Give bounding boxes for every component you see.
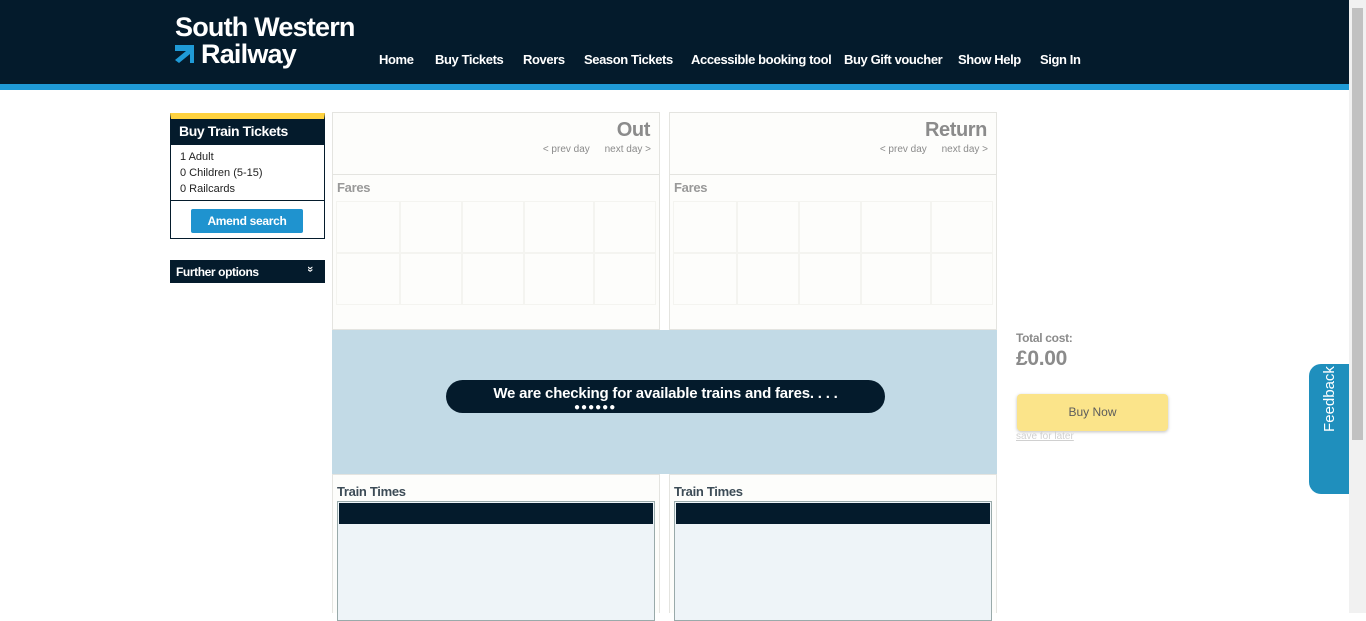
return-panel: Return < prev day next day > Fares [669,112,997,330]
out-prev-day-link[interactable]: < prev day [543,144,590,155]
sidebar-title: Buy Train Tickets [171,119,324,145]
return-train-times-label: Train Times [674,484,743,499]
out-train-times-label: Train Times [337,484,406,499]
out-fare-cell [462,201,524,253]
scrollbar-thumb[interactable] [1352,8,1363,440]
buy-now-button[interactable]: Buy Now [1017,394,1168,431]
header-stripe [0,84,1349,90]
out-fare-cell [594,253,656,305]
page-scrollbar[interactable] [1349,0,1366,613]
total-cost-label: Total cost: [1016,331,1073,345]
return-fare-cell [931,253,993,305]
out-title: Out [616,119,651,141]
out-fare-cell [462,253,524,305]
nav-sign-in[interactable]: Sign In [1040,52,1081,67]
nav-season-tickets[interactable]: Season Tickets [584,52,673,67]
chevron-down-icon: » [304,266,317,272]
return-header: Return < prev day next day > [670,113,996,175]
amend-search-button[interactable]: Amend search [191,209,303,233]
nav-show-help[interactable]: Show Help [958,52,1021,67]
loading-message: We are checking for available trains and… [446,380,885,413]
return-train-times-table [674,501,992,621]
site-header: South Western Railway Home Buy Tickets R… [0,0,1349,84]
logo-line-2: Railway [201,39,297,69]
return-fares-label: Fares [674,180,708,195]
return-fare-cell [673,253,737,305]
out-panel: Out < prev day next day > Fares [332,112,660,330]
buy-train-tickets-box: Buy Train Tickets 1 Adult 0 Children (5-… [170,113,325,239]
out-fare-cell [594,201,656,253]
nav-rovers[interactable]: Rovers [523,52,565,67]
passenger-summary: 1 Adult 0 Children (5-15) 0 Railcards [171,145,324,201]
return-fare-cell [799,253,861,305]
out-fares-label: Fares [337,180,371,195]
out-fare-cell [336,201,400,253]
return-fare-cell [737,201,799,253]
return-fare-cell [861,201,931,253]
return-fare-cell [673,201,737,253]
nav-home[interactable]: Home [379,52,414,67]
return-prev-day-link[interactable]: < prev day [880,144,927,155]
return-fare-cell [861,253,931,305]
total-cost-value: £0.00 [1016,347,1068,370]
nav-accessible-booking[interactable]: Accessible booking tool [691,52,832,67]
return-day-nav: < prev day next day > [868,144,988,155]
return-fare-cell [799,201,861,253]
out-train-times-table [337,501,655,621]
return-fare-cell [931,201,993,253]
return-train-times-table-header [676,503,990,524]
return-title: Return [924,119,987,141]
out-train-times-table-header [339,503,653,524]
nav-gift-voucher[interactable]: Buy Gift voucher [844,52,943,67]
out-fare-cell [336,253,400,305]
further-options-label: Further options [176,265,259,279]
out-train-times-panel: Train Times [332,474,660,621]
return-next-day-link[interactable]: next day > [942,144,988,155]
south-western-railway-logo[interactable]: South Western Railway [175,12,360,72]
out-fare-cell [524,253,594,305]
adults-count: 1 Adult [180,151,214,163]
children-count: 0 Children (5-15) [180,167,263,179]
return-fare-cell [737,253,799,305]
return-train-times-panel: Train Times [669,474,997,621]
out-day-nav: < prev day next day > [531,144,651,155]
logo-arrow-icon [175,45,194,63]
out-fare-cell [524,201,594,253]
out-fare-cell [400,253,462,305]
out-next-day-link[interactable]: next day > [605,144,651,155]
out-fare-cell [400,201,462,253]
further-options-toggle[interactable]: Further options » [170,260,325,283]
out-header: Out < prev day next day > [333,113,659,175]
railcards-count: 0 Railcards [180,183,236,195]
save-for-later-link[interactable]: save for later [1016,431,1074,442]
loading-spinner: ●●●●●● [574,402,617,413]
nav-buy-tickets[interactable]: Buy Tickets [435,52,504,67]
loading-overlay: We are checking for available trains and… [332,330,997,474]
feedback-tab[interactable]: Feedback [1309,364,1349,494]
